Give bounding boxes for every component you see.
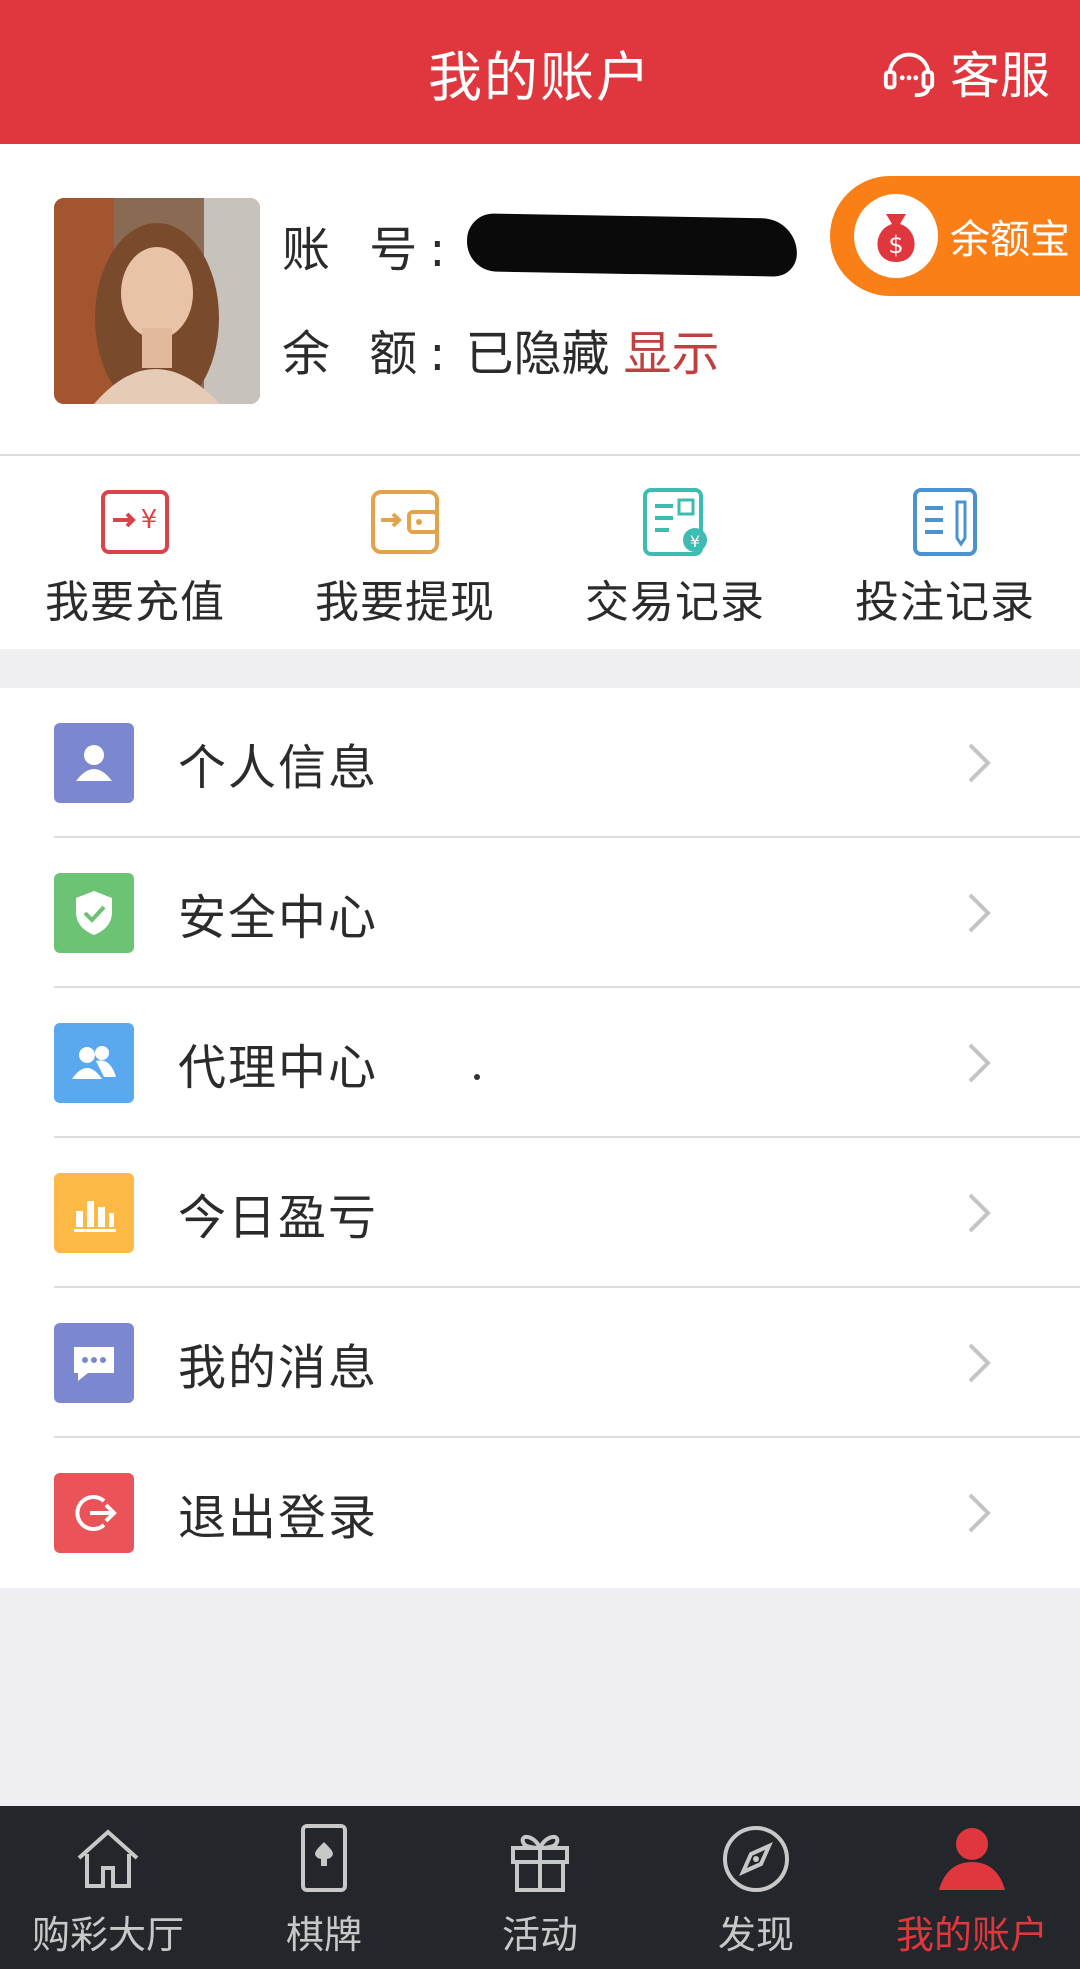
avatar[interactable]	[54, 198, 260, 404]
menu-item-today-profit-loss[interactable]: 今日盈亏	[0, 1138, 1080, 1288]
menu-label-my-messages: 我的消息	[178, 1340, 379, 1396]
message-icon	[54, 1323, 134, 1403]
action-withdraw[interactable]: 我要提现	[270, 456, 540, 649]
action-recharge-label: 我要充值	[45, 577, 225, 628]
action-recharge[interactable]: ¥ 我要充值	[0, 456, 270, 649]
tab-label-activities: 活动	[501, 1913, 578, 1957]
show-balance-link[interactable]: 显示	[623, 314, 719, 384]
account-row: 账 号:	[282, 212, 798, 278]
gift-icon	[511, 1835, 569, 1892]
svg-text:¥: ¥	[690, 532, 700, 551]
action-transaction-record[interactable]: ¥ 交易记录	[540, 456, 810, 649]
chevron-right-icon	[964, 1191, 994, 1235]
svg-text:¥: ¥	[141, 505, 158, 535]
tab-my-account[interactable]: 我的账户	[864, 1806, 1080, 1969]
menu-item-personal-info[interactable]: 个人信息	[0, 688, 1080, 838]
menu-label-today-profit-loss: 今日盈亏	[178, 1190, 379, 1246]
svg-text:$: $	[888, 231, 903, 259]
bet-record-icon	[913, 488, 977, 556]
action-transaction-record-label: 交易记录	[585, 577, 765, 628]
user-icon	[54, 723, 134, 803]
action-bet-record[interactable]: 投注记录	[810, 456, 1080, 649]
recharge-icon: ¥	[101, 490, 169, 554]
yuebao-button[interactable]: $ 余额宝	[830, 176, 1080, 296]
tab-label-my-account: 我的账户	[895, 1913, 1048, 1957]
tab-lottery-hall[interactable]: 购彩大厅	[0, 1806, 216, 1969]
shield-icon	[54, 873, 134, 953]
menu-label-security-center: 安全中心	[178, 890, 379, 946]
balance-label: 余 额:	[282, 326, 458, 382]
tab-label-lottery-hall: 购彩大厅	[31, 1913, 184, 1957]
yuebao-label: 余额宝	[950, 217, 1070, 263]
headset-icon	[883, 52, 935, 98]
group-icon	[54, 1023, 134, 1103]
compass-icon	[723, 1826, 789, 1892]
menu-item-my-messages[interactable]: 我的消息	[0, 1288, 1080, 1438]
menu-label-personal-info: 个人信息	[178, 740, 379, 796]
redacted-account-number	[466, 213, 798, 277]
customer-service-button[interactable]: 客服	[880, 42, 1050, 105]
transaction-record-icon: ¥	[643, 488, 707, 556]
logout-icon	[54, 1473, 134, 1553]
chevron-right-icon	[964, 741, 994, 785]
account-label: 账 号:	[282, 222, 458, 278]
menu-label-logout: 退出登录	[178, 1490, 379, 1546]
withdraw-icon	[371, 490, 439, 554]
quick-actions: ¥ 我要充值 我要提现 ¥ 交易记录 投注记录	[0, 454, 1080, 649]
chevron-right-icon	[964, 1491, 994, 1535]
menu-item-agent-center[interactable]: 代理中心	[0, 988, 1080, 1138]
settings-menu: 个人信息 安全中心 代理中心 今日盈亏 我的消息 退出登录	[0, 688, 1080, 1588]
tab-activities[interactable]: 活动	[432, 1806, 648, 1969]
menu-item-logout[interactable]: 退出登录	[0, 1438, 1080, 1588]
balance-value: 已隐藏	[465, 326, 610, 382]
card-icon	[301, 1824, 347, 1892]
header-bar: 我的账户 客服	[0, 0, 1080, 144]
tab-cards[interactable]: 棋牌	[216, 1806, 432, 1969]
home-icon	[77, 1829, 139, 1888]
tab-label-discover: 发现	[717, 1913, 794, 1957]
person-icon	[939, 1828, 1005, 1890]
menu-item-security-center[interactable]: 安全中心	[0, 838, 1080, 988]
money-bag-icon: $	[854, 194, 938, 278]
customer-service-label: 客服	[950, 47, 1050, 105]
bottom-tab-bar: 购彩大厅 棋牌 活动 发现 我的账户	[0, 1806, 1080, 1969]
action-withdraw-label: 我要提现	[315, 577, 495, 628]
tab-label-cards: 棋牌	[285, 1913, 362, 1957]
action-bet-record-label: 投注记录	[855, 577, 1035, 628]
menu-label-agent-center: 代理中心	[178, 1040, 379, 1096]
chevron-right-icon	[964, 1041, 994, 1085]
chevron-right-icon	[964, 1341, 994, 1385]
bar-chart-icon	[54, 1173, 134, 1253]
balance-row: 余 额: 已隐藏 显示	[282, 316, 719, 382]
chevron-right-icon	[964, 891, 994, 935]
tab-discover[interactable]: 发现	[648, 1806, 864, 1969]
stray-dot	[474, 1074, 480, 1080]
page-title: 我的账户	[428, 45, 652, 109]
profile-card: 账 号: 余 额: 已隐藏 显示 $ 余额宝	[0, 144, 1080, 454]
